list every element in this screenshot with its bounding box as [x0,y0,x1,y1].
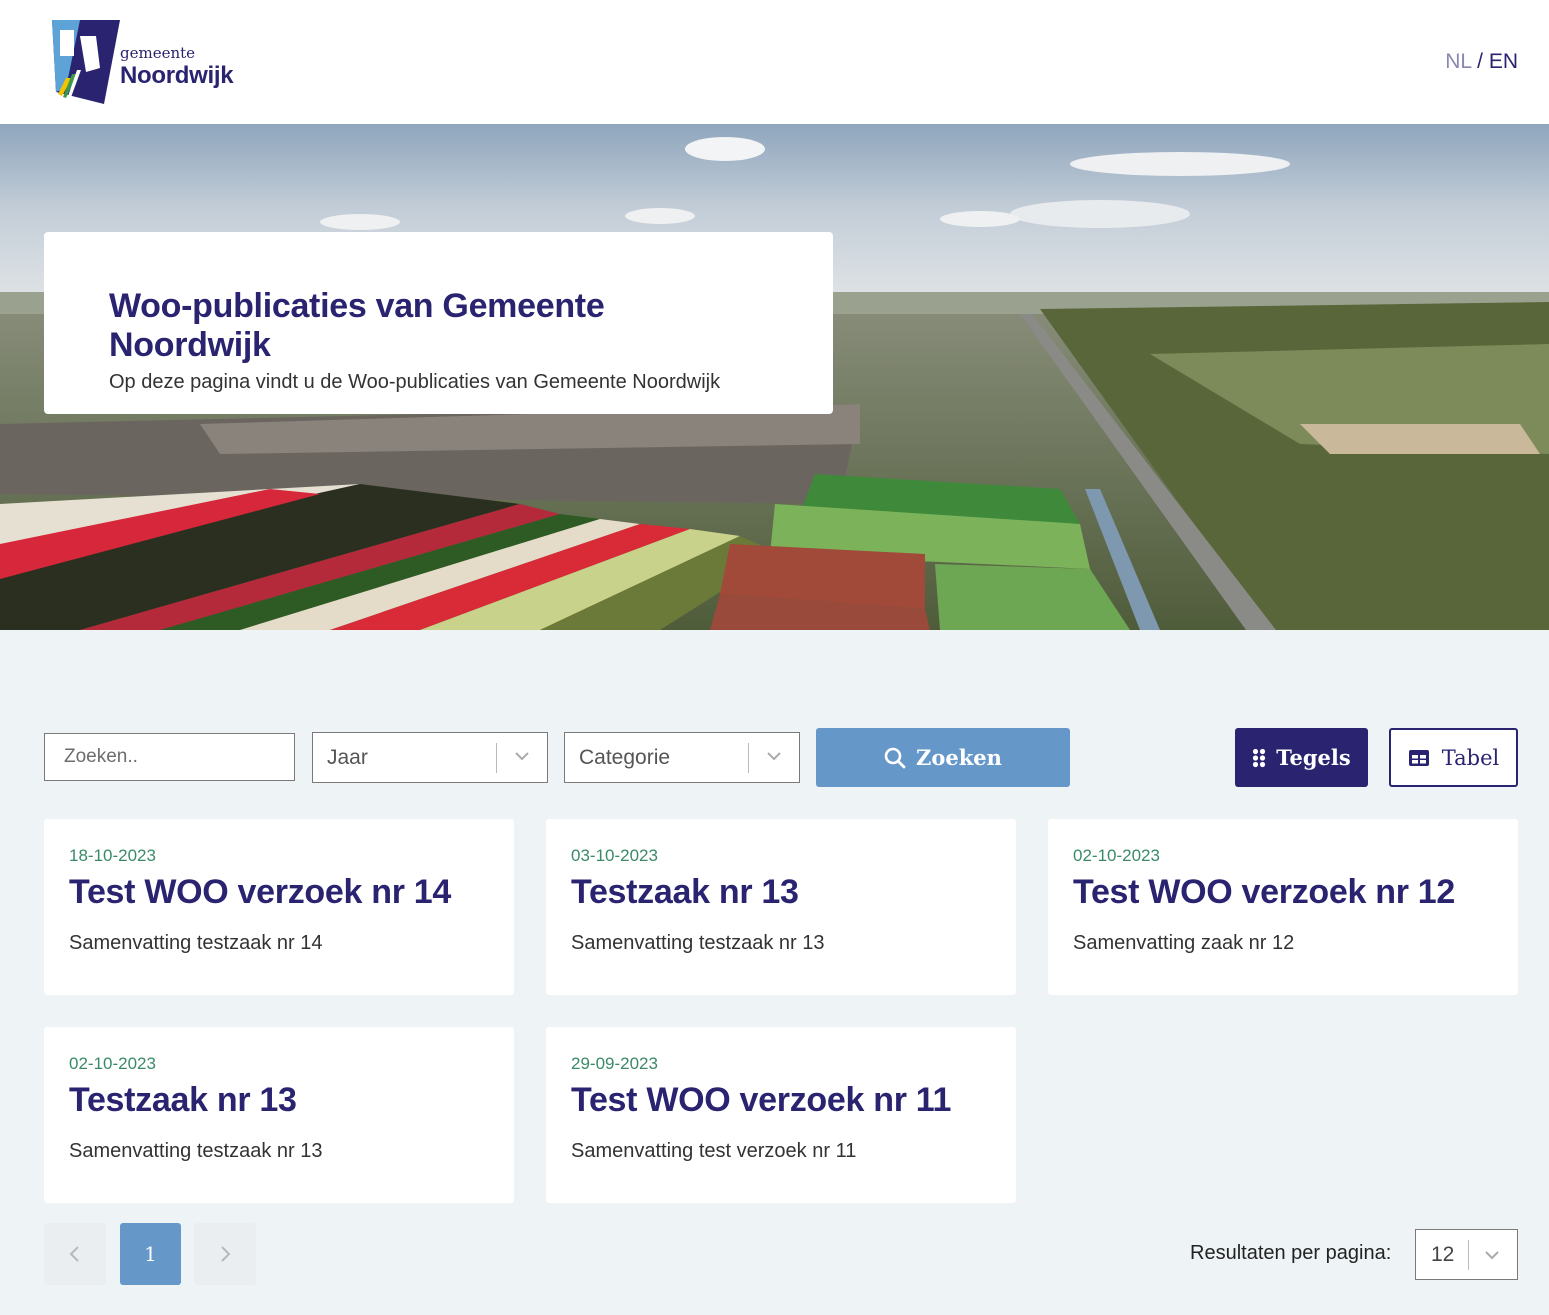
tiles-view-label: Tegels [1276,745,1351,770]
result-card[interactable]: 02-10-2023 Test WOO verzoek nr 12 Samenv… [1048,819,1518,995]
chevron-down-icon [1485,1251,1499,1260]
card-date: 29-09-2023 [571,1054,658,1073]
table-view-label: Tabel [1441,745,1500,770]
card-summary: Samenvatting testzaak nr 13 [69,1140,323,1162]
next-page-button[interactable] [194,1223,256,1285]
chevron-right-icon [221,1246,231,1262]
select-separator [748,743,749,773]
result-card[interactable]: 18-10-2023 Test WOO verzoek nr 14 Samenv… [44,819,514,995]
card-summary: Samenvatting test verzoek nr 11 [571,1140,857,1162]
site-header: gemeente Noordwijk NL / EN [0,0,1549,124]
result-card[interactable]: 29-09-2023 Test WOO verzoek nr 11 Samenv… [546,1027,1016,1203]
tiles-view-button[interactable]: Tegels [1235,728,1368,787]
grid-icon [1253,748,1266,767]
noordwijk-logo-icon [52,20,120,104]
card-date: 02-10-2023 [1073,846,1160,865]
lang-separator: / [1471,50,1489,73]
card-date: 02-10-2023 [69,1054,156,1073]
card-date: 03-10-2023 [571,846,658,865]
table-view-button[interactable]: Tabel [1389,728,1518,787]
logo-text-noordwijk: Noordwijk [120,62,234,89]
search-button[interactable]: Zoeken [816,728,1070,787]
search-input[interactable] [44,733,295,781]
lang-en-link[interactable]: EN [1489,50,1518,73]
language-switcher: NL / EN [1445,50,1518,74]
previous-page-button[interactable] [44,1223,106,1285]
chevron-left-icon [69,1246,79,1262]
search-icon [884,747,906,768]
select-separator [1468,1240,1469,1270]
results-per-page-select[interactable]: 12 [1415,1229,1518,1280]
card-title[interactable]: Test WOO verzoek nr 12 [1073,873,1493,912]
search-button-label: Zoeken [916,745,1002,770]
lang-nl-link[interactable]: NL [1445,50,1471,73]
results-per-page-value: 12 [1431,1243,1455,1266]
hero-card: Woo-publicaties van Gemeente Noordwijk O… [44,232,833,414]
result-card[interactable]: 03-10-2023 Testzaak nr 13 Samenvatting t… [546,819,1016,995]
table-icon [1408,749,1429,766]
result-card[interactable]: 02-10-2023 Testzaak nr 13 Samenvatting t… [44,1027,514,1203]
category-select[interactable]: Categorie [564,732,800,783]
category-select-label: Categorie [579,746,671,769]
page-title: Woo-publicaties van Gemeente Noordwijk [109,287,605,364]
hero-banner: Woo-publicaties van Gemeente Noordwijk O… [0,124,1549,630]
card-title[interactable]: Test WOO verzoek nr 14 [69,873,489,912]
gemeente-noordwijk-logo[interactable]: gemeente Noordwijk [50,18,250,106]
year-select[interactable]: Jaar [312,732,548,783]
page-button-current[interactable]: 1 [120,1223,181,1285]
card-summary: Samenvatting zaak nr 12 [1073,932,1295,954]
card-date: 18-10-2023 [69,846,156,865]
results-per-page-label: Resultaten per pagina: [1190,1242,1392,1264]
card-title[interactable]: Testzaak nr 13 [69,1081,489,1120]
card-summary: Samenvatting testzaak nr 13 [571,932,825,954]
page-subtitle: Op deze pagina vindt u de Woo-publicatie… [109,371,721,393]
chevron-down-icon [515,752,529,761]
card-summary: Samenvatting testzaak nr 14 [69,932,323,954]
logo-text-gemeente: gemeente [120,44,196,62]
year-select-label: Jaar [327,746,368,769]
card-title[interactable]: Testzaak nr 13 [571,873,991,912]
card-title[interactable]: Test WOO verzoek nr 11 [571,1081,991,1120]
select-separator [496,743,497,773]
chevron-down-icon [767,752,781,761]
